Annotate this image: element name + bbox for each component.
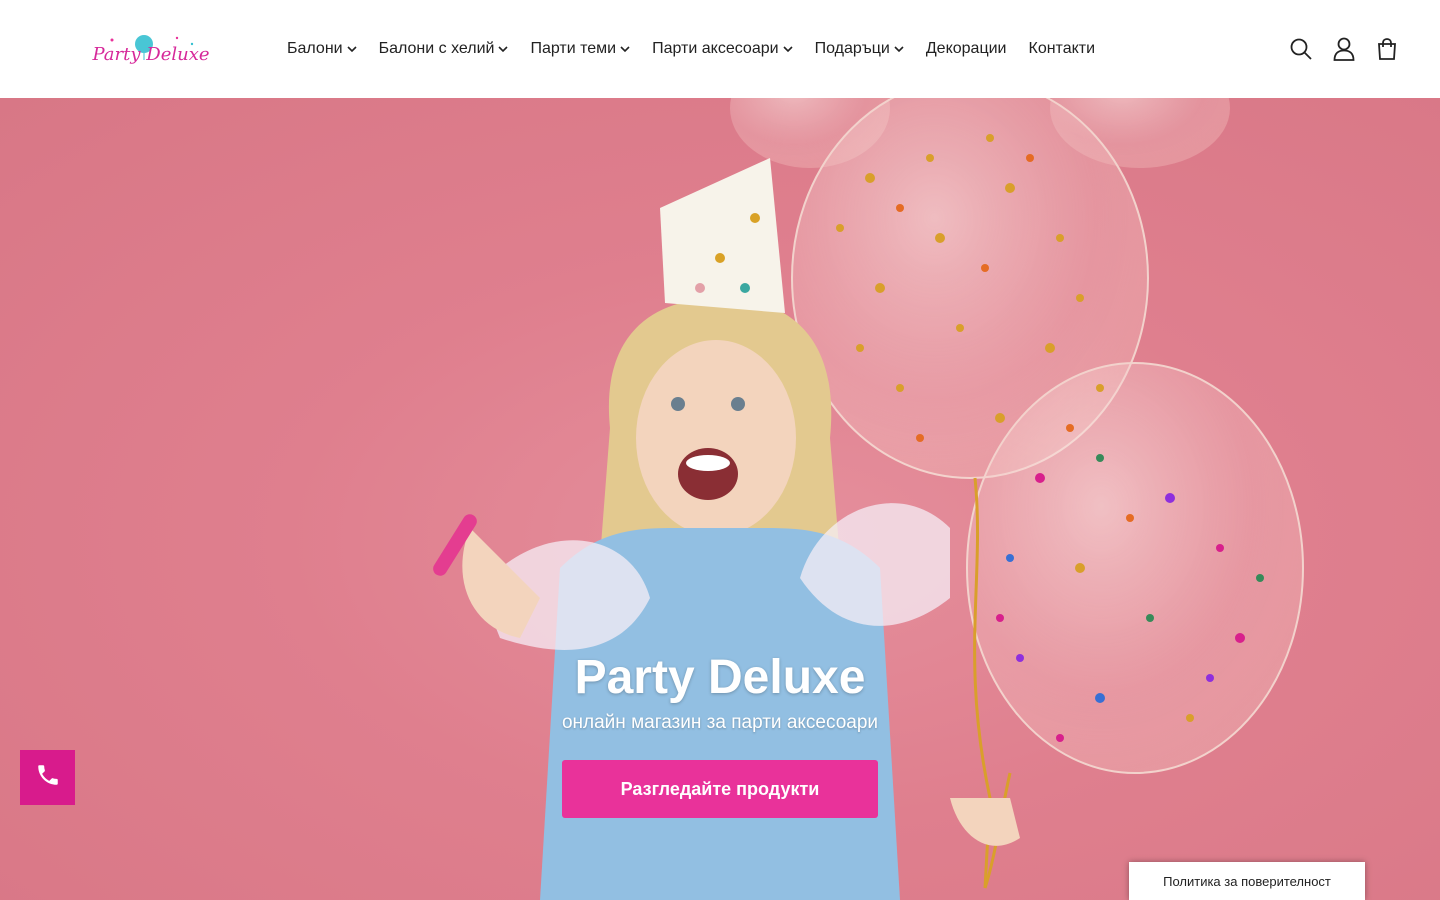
chevron-down-icon (347, 40, 357, 58)
search-icon[interactable] (1288, 36, 1314, 62)
call-button[interactable] (20, 750, 75, 805)
nav-item-decorations[interactable]: Декорации (926, 40, 1007, 58)
account-icon[interactable] (1331, 36, 1357, 62)
site-header: Party Deluxe Балони Балони с хелий Парти… (0, 0, 1440, 98)
nav-item-party-accessories[interactable]: Парти аксесоари (652, 40, 793, 58)
hero-title: Party Deluxe (574, 651, 866, 704)
nav-item-helium-balloons[interactable]: Балони с хелий (379, 40, 509, 58)
browse-products-button[interactable]: Разгледайте продукти (562, 760, 878, 818)
nav-item-balloons[interactable]: Балони (287, 40, 357, 58)
chevron-down-icon (782, 40, 793, 58)
nav-item-label: Балони с хелий (378, 40, 495, 57)
header-actions (1271, 36, 1400, 62)
logo-text: Party Deluxe (92, 44, 210, 65)
phone-icon (35, 762, 61, 793)
shopping-bag-icon[interactable] (1374, 36, 1400, 62)
chevron-down-icon (498, 40, 509, 58)
privacy-policy-link[interactable]: Политика за поверителност (1129, 862, 1365, 900)
chevron-down-icon (620, 40, 630, 58)
nav-item-label: Декорации (925, 40, 1007, 57)
chevron-down-icon (894, 40, 904, 58)
main-nav: Балони Балони с хелий Парти теми Парти а… (287, 38, 1095, 60)
nav-item-gifts[interactable]: Подаръци (815, 40, 904, 58)
nav-item-label: Контакти (1028, 40, 1096, 57)
logo[interactable]: Party Deluxe (92, 30, 210, 70)
nav-item-label: Подаръци (814, 40, 890, 57)
hero-banner: Party Deluxe онлайн магазин за парти акс… (0, 98, 1440, 900)
nav-item-label: Парти аксесоари (652, 40, 779, 57)
nav-item-label: Парти теми (530, 40, 617, 57)
nav-item-contacts[interactable]: Контакти (1029, 40, 1096, 58)
nav-item-party-themes[interactable]: Парти теми (530, 40, 630, 58)
hero-subtitle: онлайн магазин за парти аксесоари (561, 712, 879, 733)
nav-item-label: Балони (287, 40, 343, 57)
